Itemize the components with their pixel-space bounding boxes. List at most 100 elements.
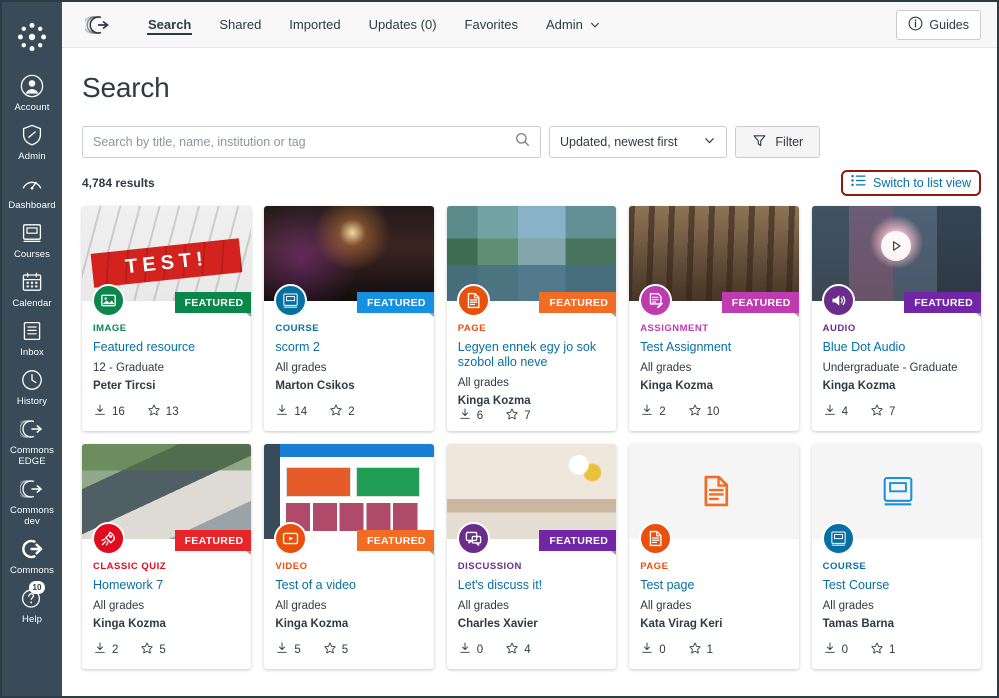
- switch-to-list-view-button[interactable]: Switch to list view: [841, 170, 981, 196]
- resource-card[interactable]: FEATURED AUDIO Blue Dot Audio Undergraduat…: [811, 206, 981, 431]
- download-count: 6: [458, 407, 483, 424]
- card-type-badge-book-icon: [821, 522, 855, 555]
- favorite-count-value: 5: [159, 643, 166, 656]
- card-title-link[interactable]: Homework 7: [93, 578, 240, 593]
- download-count-value: 6: [476, 409, 484, 422]
- top-nav-imported[interactable]: Imported: [275, 2, 354, 47]
- page-title: Search: [82, 72, 170, 103]
- favorite-count-value: 1: [889, 643, 896, 656]
- card-body: DISCUSSION Let's discuss it! All grades Cha…: [447, 539, 616, 669]
- favorite-count-value: 5: [341, 643, 349, 656]
- resource-card[interactable]: TEST! FEATURED IMAGE Featured resource 12 -…: [82, 206, 252, 431]
- star-icon: [505, 641, 519, 658]
- resource-card[interactable]: FEATURED COURSE scorm 2 All grades Marton C…: [264, 206, 434, 431]
- sidebar-item-calendar[interactable]: Calendar: [2, 268, 62, 309]
- favorite-count-value: 13: [165, 405, 179, 418]
- info-circle-icon: [908, 16, 923, 34]
- card-title-link[interactable]: Let's discuss it!: [458, 578, 605, 593]
- sidebar-item-commons-dev[interactable]: Commons dev: [2, 475, 62, 527]
- card-type-label: COURSE: [822, 561, 867, 572]
- download-count: 2: [93, 641, 118, 658]
- search-field-wrapper[interactable]: [82, 126, 541, 158]
- card-type-label: DISCUSSION: [457, 561, 522, 572]
- download-icon: [275, 641, 289, 658]
- top-nav-label: Updates (0): [368, 17, 437, 32]
- resource-card[interactable]: FEATURED DISCUSSION Let's discuss it! All …: [446, 444, 617, 669]
- resource-card[interactable]: PAGE Test page All grades Kata Virag Keri 0…: [629, 444, 799, 669]
- resource-card[interactable]: FEATURED VIDEO Test of a video All grades K…: [264, 444, 434, 669]
- sidebar-item-commons-edge[interactable]: Commons EDGE: [2, 415, 62, 467]
- card-thumbnail: FEATURED: [446, 206, 617, 317]
- shield-icon: [18, 121, 46, 149]
- sidebar-item-courses[interactable]: Courses: [2, 219, 62, 260]
- featured-ribbon: FEATURED: [539, 292, 617, 317]
- favorite-count-value: 7: [524, 409, 531, 422]
- top-nav-shared[interactable]: Shared: [205, 2, 275, 47]
- book-icon: [879, 472, 913, 512]
- resource-card[interactable]: FEATURED ASSIGNMENT Test Assignment All gr…: [629, 206, 799, 431]
- sidebar-item-help[interactable]: 10 Help: [2, 581, 62, 625]
- sidebar-item-admin[interactable]: Admin: [2, 121, 62, 162]
- top-nav-label: Imported: [289, 17, 341, 32]
- commons-logo-icon[interactable]: [84, 11, 112, 39]
- card-title-link[interactable]: Test of a video: [275, 578, 422, 593]
- thumbnail-art: [355, 466, 421, 498]
- card-thumbnail: FEATURED: [82, 444, 252, 555]
- top-nav-favorites[interactable]: Favorites: [451, 2, 532, 47]
- card-stats: 16 13: [93, 403, 240, 431]
- filter-label: Filter: [775, 135, 804, 149]
- calendar-icon: [18, 268, 46, 296]
- sidebar-item-dashboard[interactable]: Dashboard: [2, 170, 62, 211]
- download-icon: [823, 403, 837, 420]
- download-count-value: 0: [476, 643, 484, 656]
- thumbnail-art: [264, 444, 280, 539]
- play-button-icon[interactable]: [881, 230, 912, 261]
- sort-dropdown[interactable]: Updated, newest first: [549, 126, 728, 158]
- resource-card[interactable]: FEATURED CLASSIC QUIZ Homework 7 All grade…: [82, 444, 252, 669]
- top-nav-updates[interactable]: Updates (0): [355, 2, 451, 47]
- favorite-count-value: 7: [889, 405, 896, 418]
- card-grade-level: All grades: [457, 377, 509, 389]
- card-stats: 25: [93, 641, 240, 669]
- search-icon[interactable]: [515, 132, 530, 152]
- card-type-badge-rocket-icon: [92, 522, 125, 555]
- download-count: 0: [458, 641, 483, 658]
- card-title-link[interactable]: Featured resource: [93, 340, 240, 355]
- canvas-logo-icon[interactable]: [13, 18, 51, 56]
- sidebar-item-inbox[interactable]: Inbox: [2, 317, 62, 358]
- favorite-count: 4: [505, 641, 531, 658]
- card-stats: 2 10: [640, 403, 787, 431]
- card-title-link[interactable]: Blue Dot Audio: [823, 340, 970, 355]
- top-nav-search[interactable]: Search: [134, 2, 205, 47]
- card-title-link[interactable]: Test Assignment: [640, 340, 787, 355]
- resource-card[interactable]: COURSE Test Course All grades Tamas Barna 0…: [811, 444, 981, 669]
- resource-card[interactable]: FEATURED PAGE Legyen ennek egy jo sok szo…: [446, 206, 617, 431]
- card-author: Kinga Kozma: [640, 380, 714, 392]
- favorite-count-value: 4: [524, 643, 531, 656]
- content-area: Search Updated, newest first: [62, 48, 997, 696]
- download-count-value: 14: [294, 405, 308, 418]
- sidebar-item-label: Calendar: [12, 298, 52, 309]
- filter-button[interactable]: Filter: [735, 126, 821, 158]
- card-title-link[interactable]: Test Course: [823, 578, 970, 593]
- download-count: 5: [275, 641, 301, 658]
- card-thumbnail: FEATURED: [264, 444, 434, 555]
- card-author: Tamas Barna: [822, 618, 894, 630]
- card-title-link[interactable]: Test page: [640, 578, 787, 593]
- question-circle-icon: 10: [18, 581, 46, 612]
- card-body: IMAGE Featured resource 12 - Graduate Peter…: [82, 301, 251, 431]
- search-input[interactable]: [93, 135, 515, 149]
- card-type-label: VIDEO: [275, 561, 308, 572]
- sidebar-item-label: Admin: [18, 151, 46, 162]
- card-title-link[interactable]: scorm 2: [275, 340, 422, 355]
- sidebar-item-history[interactable]: History: [2, 366, 62, 407]
- card-type-badge-image-icon: [92, 284, 125, 317]
- card-grade-level: 12 - Graduate: [93, 362, 164, 374]
- card-stats: 01: [823, 641, 970, 669]
- top-nav-admin[interactable]: Admin: [532, 2, 615, 47]
- card-body: COURSE scorm 2 All grades Marton Csikos 14 2: [264, 301, 433, 431]
- card-title-link[interactable]: Legyen ennek egy jo sok szobol allo neve: [458, 340, 605, 370]
- guides-button[interactable]: Guides: [896, 9, 981, 40]
- sidebar-item-account[interactable]: Account: [2, 72, 62, 113]
- sidebar-item-commons[interactable]: Commons: [2, 535, 62, 576]
